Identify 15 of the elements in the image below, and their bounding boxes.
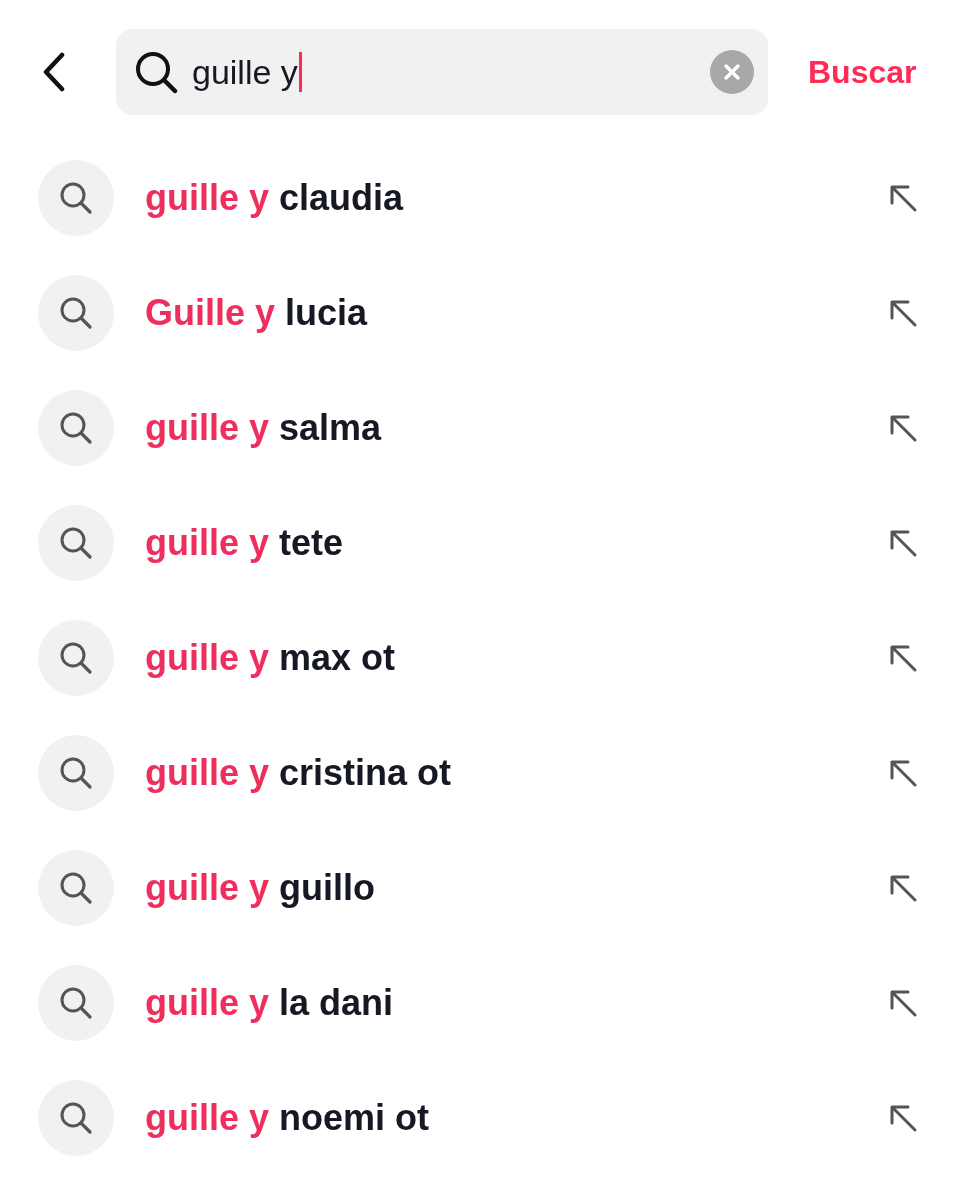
search-button[interactable]: Buscar — [808, 48, 917, 96]
suggestion-text[interactable]: guille y tete — [145, 515, 344, 570]
suggestion-text[interactable]: guille y max ot — [145, 630, 396, 685]
suggestion-text[interactable]: guille y la dani — [145, 975, 394, 1030]
close-icon — [723, 63, 741, 81]
suggestion-text[interactable]: guille y salma — [145, 400, 382, 455]
search-field[interactable]: guille y — [116, 29, 768, 115]
text-cursor — [298, 52, 302, 92]
suggestion-text[interactable]: guille y guillo — [145, 860, 376, 915]
suggestion-text[interactable]: Guille y lucia — [145, 285, 368, 340]
suggestion-text[interactable]: guille y noemi ot — [145, 1090, 430, 1145]
search-icon — [134, 50, 178, 94]
suggestion-text[interactable]: guille y claudia — [145, 170, 404, 225]
suggestion-text[interactable]: guille y cristina ot — [145, 745, 452, 800]
search-text: guille y — [192, 51, 298, 93]
